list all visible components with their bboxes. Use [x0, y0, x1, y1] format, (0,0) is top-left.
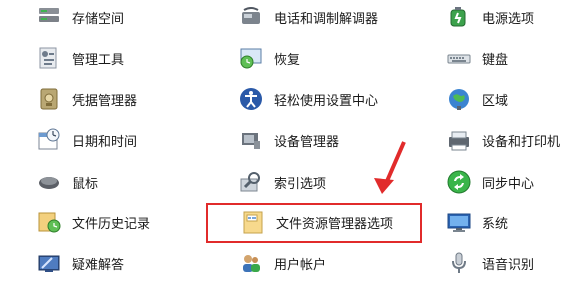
item-label: 电话和调制解调器 — [274, 11, 379, 27]
item-label: 索引选项 — [274, 176, 327, 192]
item-label: 轻松使用设置中心 — [274, 93, 379, 109]
item-label: 设备和打印机 — [482, 134, 561, 150]
item-region[interactable]: 区域 — [446, 82, 508, 116]
item-label: 设备管理器 — [274, 134, 340, 150]
phone-modem-icon — [238, 4, 264, 30]
recovery-icon — [238, 45, 264, 71]
item-label: 用户帐户 — [274, 257, 327, 273]
annotation-arrow-icon — [374, 141, 406, 194]
item-mouse[interactable]: 鼠标 — [36, 165, 98, 199]
item-label: 日期和时间 — [72, 134, 138, 150]
item-label: 管理工具 — [72, 52, 125, 68]
highlight-box — [206, 203, 422, 243]
item-devices-printers[interactable]: 设备和打印机 — [446, 123, 560, 157]
item-sync-center[interactable]: 同步中心 — [446, 165, 534, 199]
item-label: 存储空间 — [72, 11, 125, 27]
system-monitor-icon — [446, 209, 472, 235]
troubleshooting-icon — [36, 250, 62, 276]
item-label: 恢复 — [274, 52, 301, 68]
item-date-time[interactable]: 日期和时间 — [36, 123, 137, 157]
item-keyboard[interactable]: 键盘 — [446, 41, 508, 75]
item-label: 键盘 — [482, 52, 509, 68]
item-user-accounts[interactable]: 用户帐户 — [238, 246, 326, 280]
indexing-options-icon — [238, 169, 264, 195]
region-globe-icon — [446, 86, 472, 112]
user-accounts-icon — [238, 250, 264, 276]
item-label: 同步中心 — [482, 176, 535, 192]
item-phone-modem[interactable]: 电话和调制解调器 — [238, 0, 378, 34]
item-system[interactable]: 系统 — [446, 205, 508, 239]
item-label: 文件历史记录 — [72, 216, 151, 232]
item-label: 电源选项 — [482, 11, 535, 27]
power-options-icon — [446, 4, 472, 30]
item-troubleshooting[interactable]: 疑难解答 — [36, 246, 124, 280]
device-manager-icon — [238, 127, 264, 153]
storage-spaces-icon — [36, 4, 62, 30]
sync-center-icon — [446, 169, 472, 195]
admin-tools-icon — [36, 45, 62, 71]
item-label: 语音识别 — [482, 257, 535, 273]
file-history-icon — [36, 209, 62, 235]
item-label: 区域 — [482, 93, 509, 109]
keyboard-icon — [446, 45, 472, 71]
date-time-icon — [36, 127, 62, 153]
item-admin-tools[interactable]: 管理工具 — [36, 41, 124, 75]
item-indexing-options[interactable]: 索引选项 — [238, 165, 326, 199]
item-credential-manager[interactable]: 凭据管理器 — [36, 82, 137, 116]
microphone-icon — [446, 250, 472, 276]
mouse-icon — [36, 169, 62, 195]
item-ease-of-access[interactable]: 轻松使用设置中心 — [238, 82, 378, 116]
item-storage-spaces[interactable]: 存储空间 — [36, 0, 124, 34]
item-label: 鼠标 — [72, 176, 99, 192]
devices-printers-icon — [446, 127, 472, 153]
credential-manager-icon — [36, 86, 62, 112]
item-recovery[interactable]: 恢复 — [238, 41, 300, 75]
item-label: 系统 — [482, 216, 509, 232]
ease-of-access-icon — [238, 86, 264, 112]
item-label: 疑难解答 — [72, 257, 125, 273]
item-file-history[interactable]: 文件历史记录 — [36, 205, 150, 239]
item-label: 凭据管理器 — [72, 93, 138, 109]
item-power-options[interactable]: 电源选项 — [446, 0, 534, 34]
item-device-manager[interactable]: 设备管理器 — [238, 123, 339, 157]
item-speech-recognition[interactable]: 语音识别 — [446, 246, 534, 280]
